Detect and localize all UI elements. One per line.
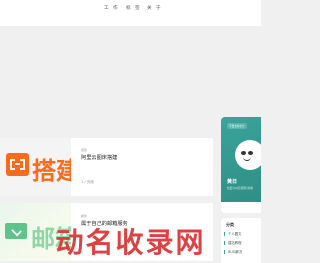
post-card[interactable]: 搭建 搭建 阿里云图床搭建 1 / 页面 bbox=[0, 138, 213, 196]
nav-item-tags[interactable]: 标 签 bbox=[126, 5, 141, 11]
site-watermark: 动名收录网 bbox=[0, 218, 261, 263]
nav-item-about[interactable]: 关 于 bbox=[147, 5, 162, 11]
nav-item-work[interactable]: 工 作 bbox=[104, 5, 119, 11]
avatar[interactable] bbox=[235, 140, 261, 170]
author-name: 黄日 bbox=[227, 179, 238, 185]
thumbnail-text: 搭建 bbox=[32, 157, 71, 185]
author-card: 不要去哈哈大 黄日 热爱可以抵消所有的难 bbox=[221, 117, 261, 213]
top-navigation: 工 作 标 签 关 于 bbox=[0, 0, 261, 26]
post-category[interactable]: 搭建 bbox=[81, 148, 87, 152]
alibaba-cloud-logo-icon bbox=[6, 153, 29, 176]
author-bio: 热爱可以抵消所有的难 bbox=[227, 187, 253, 190]
watermark-text: 动名收录网 bbox=[55, 225, 206, 259]
post-thumbnail[interactable]: 搭建 bbox=[0, 138, 71, 196]
author-tag: 不要去哈哈大 bbox=[227, 123, 247, 129]
post-meta: 1 / 页面 bbox=[81, 180, 94, 184]
post-title[interactable]: 阿里云图床搭建 bbox=[81, 154, 117, 161]
